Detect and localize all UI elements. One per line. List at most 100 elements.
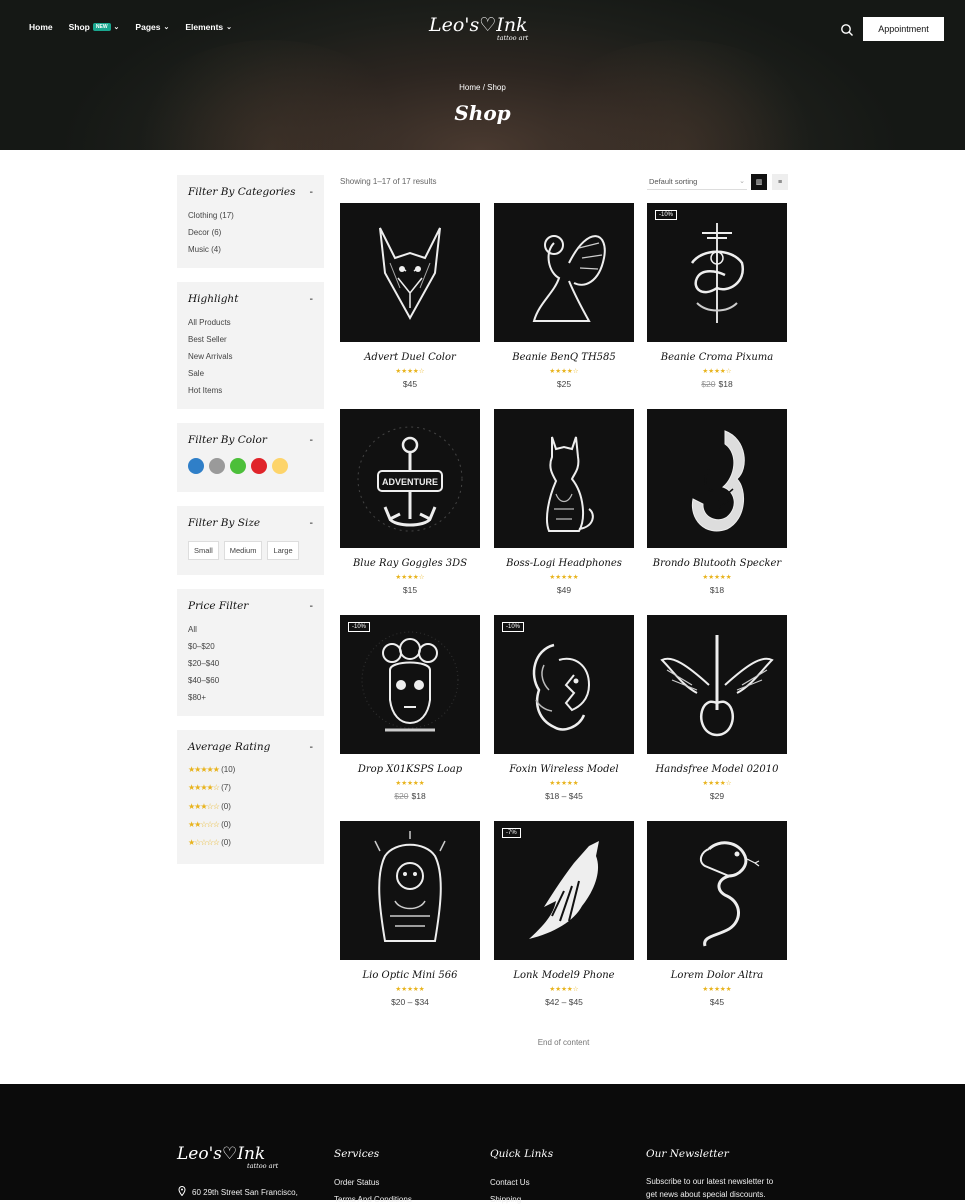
- category-decor[interactable]: Decor (6): [188, 224, 313, 241]
- product-price: $45: [340, 379, 480, 389]
- collapse-icon[interactable]: -: [310, 293, 314, 305]
- collapse-icon[interactable]: -: [310, 186, 314, 198]
- color-swatches: [188, 458, 313, 474]
- product-name[interactable]: Handsfree Model 02010: [647, 764, 787, 775]
- product-card[interactable]: Boss-Logi Headphones ★★★★★ $49: [494, 409, 634, 595]
- product-image[interactable]: -10%: [340, 615, 480, 754]
- product-card[interactable]: -10% Beanie Croma Pixuma ★★★★☆ $20 $18: [647, 203, 787, 389]
- widget-price: Price Filter - All $0–$20 $20–$40 $40–$60…: [177, 589, 324, 716]
- product-price: $29: [647, 791, 787, 801]
- appointment-button[interactable]: Appointment: [863, 17, 944, 41]
- color-swatch-gray[interactable]: [209, 458, 225, 474]
- product-image[interactable]: [340, 821, 480, 960]
- category-clothing[interactable]: Clothing (17): [188, 207, 313, 224]
- collapse-icon[interactable]: -: [310, 741, 314, 753]
- size-large[interactable]: Large: [267, 541, 299, 560]
- star-rating: ★★★★☆: [395, 368, 425, 375]
- product-name[interactable]: Advert Duel Color: [340, 352, 480, 363]
- product-name[interactable]: Drop X01KSPS Loap: [340, 764, 480, 775]
- product-price: $20 – $34: [340, 997, 480, 1007]
- highlight-hot-items[interactable]: Hot Items: [188, 382, 313, 399]
- product-image[interactable]: -10%: [494, 615, 634, 754]
- nav-elements[interactable]: Elements ⌄: [185, 22, 232, 32]
- color-swatch-blue[interactable]: [188, 458, 204, 474]
- product-image[interactable]: [494, 409, 634, 548]
- product-card[interactable]: Handsfree Model 02010 ★★★★☆ $29: [647, 615, 787, 801]
- product-image[interactable]: ADVENTURE: [340, 409, 480, 548]
- product-price: $20 $18: [340, 791, 480, 801]
- main-nav: Home Shop NEW ⌄ Pages ⌄ Elements ⌄: [29, 22, 248, 32]
- product-card[interactable]: -10% Drop X01KSPS Loap ★★★★★ $20 $18: [340, 615, 480, 801]
- product-card[interactable]: Lorem Dolor Altra ★★★★★ $45: [647, 821, 787, 1007]
- nav-shop[interactable]: Shop NEW ⌄: [69, 22, 120, 32]
- footer-link-order-status[interactable]: Order Status: [334, 1178, 379, 1187]
- product-image[interactable]: -10%: [647, 203, 787, 342]
- category-music[interactable]: Music (4): [188, 241, 313, 258]
- footer-link-contact[interactable]: Contact Us: [490, 1178, 530, 1187]
- star-rating: ★★★★★: [395, 986, 425, 993]
- price-40-60[interactable]: $40–$60: [188, 672, 313, 689]
- product-name[interactable]: Boss-Logi Headphones: [494, 558, 634, 569]
- product-name[interactable]: Beanie Croma Pixuma: [647, 352, 787, 363]
- highlight-sale[interactable]: Sale: [188, 365, 313, 382]
- hero-texture: [530, 40, 830, 150]
- highlight-best-seller[interactable]: Best Seller: [188, 331, 313, 348]
- highlight-new-arrivals[interactable]: New Arrivals: [188, 348, 313, 365]
- product-card[interactable]: Lio Optic Mini 566 ★★★★★ $20 – $34: [340, 821, 480, 1007]
- price-all[interactable]: All: [188, 621, 313, 638]
- widget-title: Average Rating -: [188, 741, 313, 753]
- product-image[interactable]: [494, 203, 634, 342]
- product-image[interactable]: [647, 409, 787, 548]
- tattoo-illustration: [532, 235, 606, 322]
- nav-pages[interactable]: Pages ⌄: [135, 22, 169, 32]
- product-card[interactable]: ADVENTURE Blue Ray Goggles 3DS ★★★★☆ $15: [340, 409, 480, 595]
- highlight-all-products[interactable]: All Products: [188, 314, 313, 331]
- tattoo-illustration: ADVENTURE: [357, 426, 463, 532]
- price-80-plus[interactable]: $80+: [188, 689, 313, 706]
- product-card[interactable]: Advert Duel Color ★★★★☆ $45: [340, 203, 480, 389]
- color-swatch-red[interactable]: [251, 458, 267, 474]
- widget-title-text: Average Rating: [188, 741, 271, 753]
- rating-filter-5[interactable]: ★★★★★ (10): [188, 761, 313, 779]
- product-name[interactable]: Beanie BenQ TH585: [494, 352, 634, 363]
- collapse-icon[interactable]: -: [310, 434, 314, 446]
- collapse-icon[interactable]: -: [310, 600, 314, 612]
- product-name[interactable]: Brondo Blutooth Specker: [647, 558, 787, 569]
- nav-home[interactable]: Home: [29, 22, 53, 32]
- search-icon[interactable]: [840, 23, 854, 37]
- rating-count: (7): [221, 783, 231, 793]
- product-card[interactable]: Beanie BenQ TH585 ★★★★☆ $25: [494, 203, 634, 389]
- rating-filter-1[interactable]: ★☆☆☆☆ (0): [188, 834, 313, 852]
- sort-select[interactable]: Default sorting ⌄: [647, 173, 747, 190]
- footer-logo[interactable]: Leo's♡Ink tattoo art: [177, 1144, 278, 1170]
- price-0-20[interactable]: $0–$20: [188, 638, 313, 655]
- product-image[interactable]: -7%: [494, 821, 634, 960]
- product-image[interactable]: [647, 821, 787, 960]
- list-view-icon[interactable]: ≡: [772, 174, 788, 190]
- product-card[interactable]: -10% Foxin Wireless Model ★★★★★ $18 – $45: [494, 615, 634, 801]
- current-price: $49: [556, 585, 572, 595]
- star-rating: ★★★★★: [188, 765, 220, 774]
- product-name[interactable]: Blue Ray Goggles 3DS: [340, 558, 480, 569]
- tattoo-illustration: [379, 227, 441, 321]
- product-card[interactable]: Brondo Blutooth Specker ★★★★★ $18: [647, 409, 787, 595]
- star-rating: ★★☆☆☆: [188, 819, 220, 829]
- product-name[interactable]: Lonk Model9 Phone: [494, 970, 634, 981]
- color-swatch-yellow[interactable]: [272, 458, 288, 474]
- product-image[interactable]: [340, 203, 480, 342]
- site-logo[interactable]: Leo's♡Ink tattoo art: [429, 14, 528, 42]
- rating-filter-4[interactable]: ★★★★☆ (7): [188, 779, 313, 797]
- product-image[interactable]: [647, 615, 787, 754]
- price-20-40[interactable]: $20–$40: [188, 655, 313, 672]
- grid-view-icon[interactable]: ▥: [751, 174, 767, 190]
- collapse-icon[interactable]: -: [310, 517, 314, 529]
- rating-filter-2[interactable]: ★★☆☆☆ (0): [188, 816, 313, 834]
- product-name[interactable]: Lio Optic Mini 566: [340, 970, 480, 981]
- size-small[interactable]: Small: [188, 541, 219, 560]
- rating-filter-3[interactable]: ★★★☆☆ (0): [188, 798, 313, 816]
- product-name[interactable]: Lorem Dolor Altra: [647, 970, 787, 981]
- size-medium[interactable]: Medium: [223, 541, 263, 560]
- product-card[interactable]: -7% Lonk Model9 Phone ★★★★☆ $42 – $45: [494, 821, 634, 1007]
- product-name[interactable]: Foxin Wireless Model: [494, 764, 634, 775]
- color-swatch-green[interactable]: [230, 458, 246, 474]
